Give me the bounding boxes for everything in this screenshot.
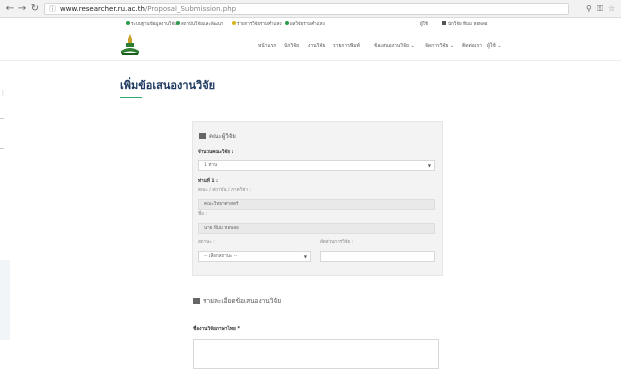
topbar-link-label: ระบบฐานข้อมูลงานวิจัย bbox=[131, 22, 177, 27]
faculty-label: คณะ / สถาบัน / ภาควิชา : bbox=[198, 188, 251, 193]
forward-arrow-icon[interactable]: → bbox=[16, 2, 28, 15]
caret-down-icon: ▼ bbox=[303, 254, 307, 259]
key-icon[interactable]: ⚿ bbox=[597, 3, 603, 14]
research-team-card: คณะผู้วิจัย จำนวนคณะวิจัย : 1 ท่าน ▼ ท่า… bbox=[192, 121, 443, 276]
menu-item-label: ข้อเสนองานวิจัย bbox=[374, 43, 409, 49]
top-links-bar: ระบบฐานข้อมูลงานวิจัย สถาบันวิจัยและพัฒน… bbox=[0, 19, 621, 30]
url-path: /Proposal_Submission.php bbox=[144, 5, 237, 13]
team-section-title-text: คณะผู้วิจัย bbox=[209, 133, 236, 140]
detail-section-title: รายละเอียดข้อเสนองานวิจัย bbox=[193, 296, 281, 306]
chevron-down-icon: ⌄ bbox=[408, 43, 415, 49]
team-icon bbox=[199, 133, 206, 139]
researcher-count-value: 1 ท่าน bbox=[204, 163, 218, 168]
url-host: www.researcher.ru.ac.th bbox=[60, 5, 145, 13]
menu-item-label: ผู้ใช้ bbox=[487, 43, 496, 49]
sidebar-toggle-icon[interactable]: ⋮ bbox=[0, 90, 6, 97]
user-link[interactable]: นักวิจัย ทีมม หอพลอ bbox=[442, 20, 487, 29]
topbar-link-research-db[interactable]: ระบบฐานข้อมูลงานวิจัย bbox=[126, 20, 177, 29]
menu-item-label: จัดการวิจัย bbox=[425, 43, 449, 49]
topbar-link-project-list[interactable]: รายการวิจัยรามคำแหง bbox=[232, 20, 282, 29]
dot-icon bbox=[232, 21, 236, 25]
reload-icon[interactable]: ↻ bbox=[29, 2, 41, 15]
share-label: สัดส่วนการวิจัย : bbox=[320, 240, 354, 245]
divider bbox=[0, 148, 4, 149]
thai-name-label: ชื่องานวิจัยภาษาไทย * bbox=[193, 327, 241, 332]
info-circle-icon[interactable]: ⓘ bbox=[49, 5, 56, 14]
caret-down-icon: ▼ bbox=[427, 163, 431, 168]
menu-item-user[interactable]: ผู้ใช้ ⌄ bbox=[487, 42, 502, 50]
chevron-down-icon: ⌄ bbox=[495, 43, 502, 49]
star-icon[interactable]: ☆ bbox=[608, 3, 615, 14]
faculty-field[interactable]: คณะวิทยาศาสตร์ bbox=[198, 199, 435, 210]
divider bbox=[0, 118, 4, 119]
status-select[interactable]: -- เลือกสถานะ -- ▼ bbox=[198, 251, 311, 262]
topbar-link-label: ผลวิจัยรามคำแหง bbox=[290, 22, 325, 27]
detail-icon bbox=[193, 298, 200, 304]
detail-section-title-text: รายละเอียดข้อเสนองานวิจัย bbox=[203, 297, 281, 305]
page-title: เพิ่มข้อเสนองานวิจัย bbox=[120, 79, 216, 92]
dot-icon bbox=[126, 21, 130, 25]
magnifier-icon[interactable]: ⚲ bbox=[586, 3, 592, 14]
topbar-link-results[interactable]: ผลวิจัยรามคำแหง bbox=[285, 20, 325, 29]
status-placeholder: -- เลือกสถานะ -- bbox=[204, 254, 238, 259]
ru-emblem-logo[interactable] bbox=[119, 33, 141, 57]
user-icon bbox=[442, 21, 446, 25]
menu-item-home[interactable]: หน้าแรก bbox=[258, 42, 276, 50]
back-arrow-icon[interactable]: ← bbox=[4, 2, 16, 15]
status-label: สถานะ : bbox=[198, 240, 215, 245]
url-text: www.researcher.ru.ac.th/Proposal_Submiss… bbox=[60, 4, 236, 15]
share-input[interactable] bbox=[320, 251, 435, 262]
address-bar[interactable]: ⓘ www.researcher.ru.ac.th/Proposal_Submi… bbox=[44, 3, 569, 15]
menu-item-research[interactable]: งานวิจัย bbox=[308, 42, 325, 50]
side-panel bbox=[0, 260, 10, 340]
name-field[interactable]: นาย ทีมม หอพลอ bbox=[198, 223, 435, 234]
topbar-link-label: สถาบันวิจัยและพัฒนา bbox=[181, 22, 224, 27]
site-header: หน้าแรก นักวิจัย งานวิจัย รายการพิมพ์ ข้… bbox=[0, 31, 621, 61]
menu-item-manage[interactable]: จัดการวิจัย ⌄ bbox=[425, 42, 454, 50]
login-hint: ผู้ใช้ bbox=[420, 22, 428, 27]
person-label: ท่านที่ 1 : bbox=[198, 179, 219, 184]
menu-item-proposals[interactable]: ข้อเสนองานวิจัย ⌄ bbox=[374, 42, 415, 50]
researcher-count-select[interactable]: 1 ท่าน ▼ bbox=[198, 160, 435, 171]
title-underline bbox=[120, 97, 142, 98]
menu-item-publications[interactable]: รายการพิมพ์ bbox=[333, 42, 360, 50]
researcher-count-label: จำนวนคณะวิจัย : bbox=[198, 150, 234, 155]
menu-item-contact[interactable]: ติดต่อเรา bbox=[462, 42, 482, 50]
team-section-title: คณะผู้วิจัย bbox=[199, 132, 236, 142]
name-label: ชื่อ : bbox=[198, 212, 207, 217]
dot-icon bbox=[176, 21, 180, 25]
menu-item-researchers[interactable]: นักวิจัย bbox=[284, 42, 299, 50]
topbar-link-institute[interactable]: สถาบันวิจัยและพัฒนา bbox=[176, 20, 223, 29]
topbar-link-label: รายการวิจัยรามคำแหง bbox=[237, 22, 282, 27]
browser-toolbar: ← → ↻ ⓘ www.researcher.ru.ac.th/Proposal… bbox=[0, 0, 621, 18]
dot-icon bbox=[285, 21, 289, 25]
chevron-down-icon: ⌄ bbox=[448, 43, 455, 49]
user-name: นักวิจัย ทีมม หอพลอ bbox=[448, 22, 488, 27]
